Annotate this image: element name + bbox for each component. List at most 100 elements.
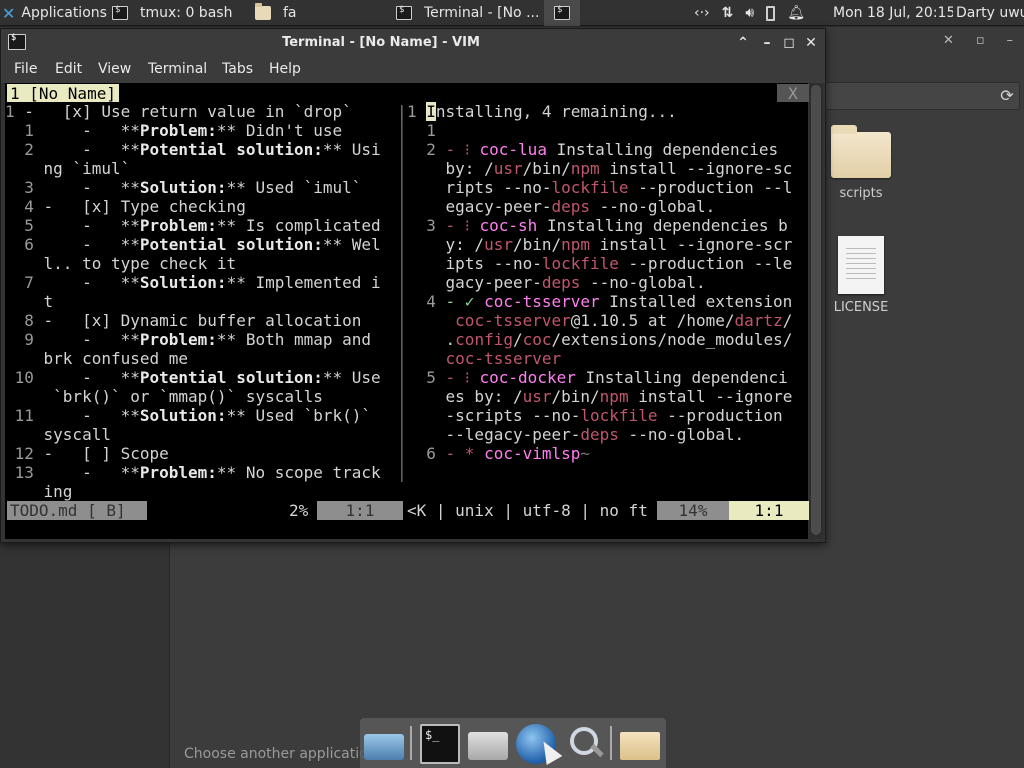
line-text: - ** <box>43 235 140 254</box>
terminal-icon <box>396 5 412 20</box>
terminal-window[interactable]: Terminal - [No Name] - VIM ⌃ – ◻ ✕ File … <box>0 28 826 543</box>
menu-file[interactable]: File <box>14 61 37 77</box>
maximize-button[interactable]: ◻ <box>779 33 799 53</box>
network-arrows-icon[interactable]: ‹·› <box>694 5 710 21</box>
line-number: 10 <box>5 368 44 387</box>
line-text: - ** <box>43 140 140 159</box>
line-text: ** Both mmap and <box>216 330 372 349</box>
terminal-launcher-icon[interactable]: $_ <box>420 724 460 764</box>
menu-terminal[interactable]: Terminal <box>148 61 207 77</box>
search-icon[interactable] <box>566 724 600 764</box>
taskbar-item-tmux[interactable]: tmux: 0 bash <box>112 0 250 26</box>
bold-text: Problem: <box>139 463 217 482</box>
line-number <box>5 482 44 501</box>
folder-icon <box>831 125 891 178</box>
clock[interactable]: Mon 18 Jul, 20:15 <box>833 0 953 26</box>
menu-help[interactable]: Help <box>269 61 301 77</box>
vim-tab[interactable]: 1 [No Name] <box>7 84 119 103</box>
minimize-icon[interactable]: – <box>1007 33 1014 48</box>
folder-launcher-icon[interactable] <box>620 732 660 760</box>
battery-icon[interactable] <box>766 5 776 21</box>
line-text: --no-global. <box>618 425 745 444</box>
vim-tab-close[interactable]: X <box>777 84 809 103</box>
refresh-icon[interactable]: ⟳ <box>996 86 1018 106</box>
vim-line: 5 - ⁝ coc-docker Installing dependenci <box>407 368 788 387</box>
vim-line: brk confused me <box>5 349 189 368</box>
menu-tabs[interactable]: Tabs <box>222 61 253 77</box>
taskbar-item-active-terminal[interactable] <box>544 0 580 26</box>
vim-right-split[interactable]: 1 Installing, 4 remaining... 1 2 - ⁝ coc… <box>407 102 808 501</box>
maximize-icon[interactable]: ▫ <box>976 33 985 48</box>
line-number: 2 <box>407 140 446 159</box>
title-bar[interactable]: Terminal - [No Name] - VIM ⌃ – ◻ ✕ <box>1 29 825 57</box>
separator-cell: │ <box>397 273 407 292</box>
highlight-word: usr <box>484 235 513 254</box>
location-bar[interactable] <box>820 82 1020 110</box>
bold-text: Potential solution: <box>139 140 323 159</box>
extension-name: coc-docker <box>479 368 576 387</box>
minimize-button[interactable]: – <box>757 33 777 53</box>
terminal-content[interactable]: 1 [No Name] X 1 - [x] Use return value i… <box>5 83 809 539</box>
line-text: / <box>512 330 523 349</box>
drive-icon[interactable] <box>364 734 404 760</box>
line-text: syscall <box>43 425 111 444</box>
vim-line: y: /usr/bin/npm install --ignore-scr <box>407 235 793 254</box>
volume-icon[interactable]: 🔊︎ <box>745 5 754 21</box>
menu-bar: File Edit View Terminal Tabs Help <box>1 57 825 83</box>
line-text: - ** <box>43 216 140 235</box>
line-text: install --ignore-scr <box>590 235 793 254</box>
highlight-word: config <box>455 330 513 349</box>
notification-bell-icon[interactable]: 🔔︎ <box>787 5 805 21</box>
separator-cell: │ <box>397 292 407 311</box>
vim-line: 1 Installing, 4 remaining... <box>407 102 677 121</box>
folder-item-scripts[interactable]: scripts <box>821 125 901 201</box>
line-text: ** Used `imul` <box>226 178 362 197</box>
menu-edit[interactable]: Edit <box>55 61 82 77</box>
vim-left-split[interactable]: 1 - [x] Use return value in `drop` 1 - *… <box>5 102 405 501</box>
highlight-word: lockfile <box>551 178 629 197</box>
file-item-license[interactable]: LICENSE <box>821 236 901 315</box>
taskbar-item-fa[interactable]: fa <box>255 0 390 26</box>
applications-menu[interactable]: ✕ Applications <box>2 0 110 26</box>
status-bar: Choose another application <box>184 746 370 762</box>
folder-icon <box>255 3 271 20</box>
scrollbar[interactable] <box>809 83 823 539</box>
vim-line: ipts --no-lockfile --production --le <box>407 254 793 273</box>
vim-tabline: 1 [No Name] X <box>5 83 809 103</box>
line-number: 1 <box>407 102 427 121</box>
vim-split-separator: | │ │ │ │ │ │ │ │ │ │ │ │ │ │ │ │ │ │ │ <box>397 102 407 482</box>
chevron-up-icon[interactable]: ⌃ <box>733 33 753 53</box>
line-number <box>5 254 44 273</box>
line-number: 3 <box>5 178 44 197</box>
line-number <box>5 349 44 368</box>
line-text: ** Is complicated <box>216 216 381 235</box>
taskbar-item-terminal[interactable]: Terminal - [No ... <box>396 0 540 26</box>
vim-line: -scripts --no-lockfile --production <box>407 406 783 425</box>
line-text: /bin/ <box>551 387 600 406</box>
file-manager-window-controls: ✕ ▫ – <box>932 30 1024 50</box>
user-menu[interactable]: Darty uwu <box>956 0 1024 26</box>
line-text: - ** <box>43 463 140 482</box>
scrollbar-thumb[interactable] <box>811 85 821 535</box>
separator-cell: │ <box>397 178 407 197</box>
line-number: 13 <box>5 463 44 482</box>
close-icon[interactable]: ✕ <box>943 33 954 48</box>
separator-cell: │ <box>397 159 407 178</box>
home-folder-icon[interactable] <box>468 732 508 760</box>
vim-line: l.. to type check it <box>5 254 237 273</box>
status-percent-right: 14% <box>657 501 729 520</box>
separator-cell: │ <box>397 330 407 349</box>
close-button[interactable]: ✕ <box>801 33 821 53</box>
line-number <box>5 425 44 444</box>
transfer-icon[interactable]: ⇅ <box>722 5 734 21</box>
vim-line: by: /usr/bin/npm install --ignore-sc <box>407 159 793 178</box>
menu-view[interactable]: View <box>98 61 131 77</box>
status-filename: TODO.md [ B] <box>7 501 147 520</box>
highlight-word: coc-tsserver <box>455 311 571 330</box>
highlight-word: usr <box>522 387 552 406</box>
